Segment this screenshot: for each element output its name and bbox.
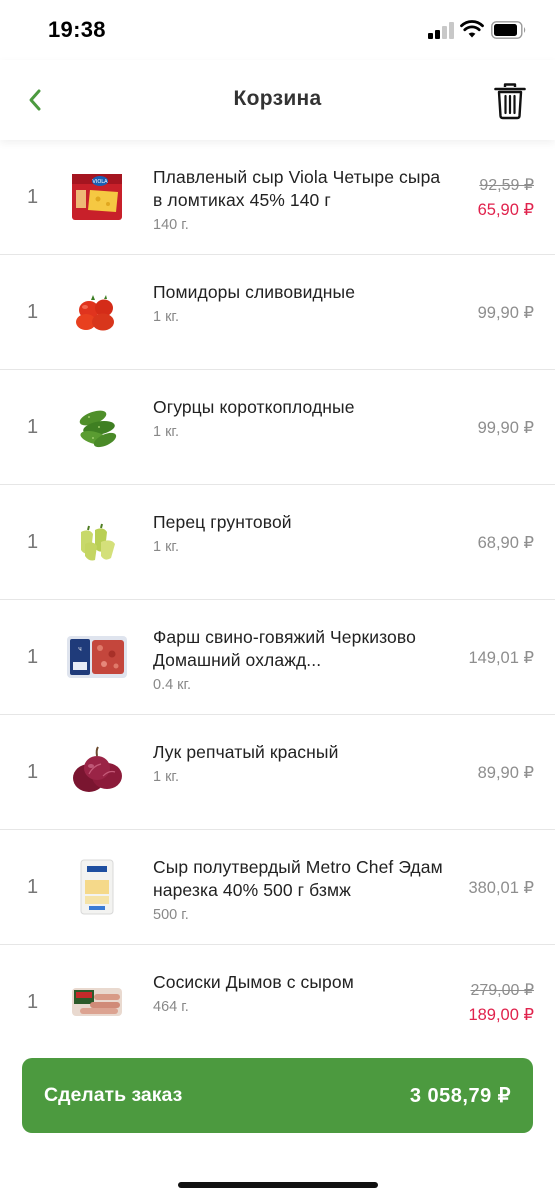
product-name: Сыр полутвердый Metro Chef Эдам нарезка … bbox=[153, 857, 443, 900]
product-image-red-onions bbox=[62, 737, 132, 807]
svg-text:Ч: Ч bbox=[78, 647, 81, 653]
page-title: Корзина bbox=[233, 87, 322, 110]
home-indicator[interactable] bbox=[178, 1182, 378, 1188]
item-quantity: 1 bbox=[27, 531, 39, 553]
product-image-sausages bbox=[62, 967, 132, 1037]
status-time: 19:38 bbox=[48, 17, 106, 42]
product-image-peppers bbox=[62, 507, 132, 577]
clear-cart-button[interactable] bbox=[493, 82, 527, 120]
product-weight: 1 кг. bbox=[153, 539, 179, 555]
cart-item[interactable]: 1 Перец грунтовой 1 кг. 68,90 ₽ bbox=[0, 485, 555, 600]
item-quantity: 1 bbox=[27, 186, 39, 208]
product-name: Перец грунтовой bbox=[153, 512, 292, 532]
item-quantity: 1 bbox=[27, 301, 39, 323]
cellular-signal-icon bbox=[428, 21, 454, 39]
battery-icon bbox=[491, 21, 526, 39]
product-name: Помидоры сливовидные bbox=[153, 282, 356, 302]
product-name: Сосиски Дымов с сыром bbox=[153, 972, 354, 992]
cart-item[interactable]: 1 Сосиски Дымов с сыром 464 г. 279,00 ₽ … bbox=[0, 945, 555, 1038]
product-name: Фарш свино-говяжий Черкизово Домашний ох… bbox=[153, 627, 416, 670]
place-order-button[interactable]: Сделать заказ 3 058,79 ₽ bbox=[22, 1058, 533, 1133]
price: 380,01 ₽ bbox=[468, 878, 534, 897]
trash-icon bbox=[494, 83, 526, 120]
product-image-cheese-slices: VIOLA bbox=[62, 162, 132, 232]
product-weight: 140 г. bbox=[153, 217, 189, 233]
product-weight: 464 г. bbox=[153, 999, 189, 1015]
product-name: Плавленый сыр Viola Четыре сыра в ломтик… bbox=[153, 167, 441, 210]
old-price: 279,00 ₽ bbox=[470, 982, 534, 999]
cart-item[interactable]: 1 Огурцы короткоплодные 1 кг. 99,90 ₽ bbox=[0, 370, 555, 485]
product-weight: 1 кг. bbox=[153, 424, 179, 440]
product-weight: 500 г. bbox=[153, 907, 189, 923]
price: 149,01 ₽ bbox=[468, 648, 534, 667]
product-name: Лук репчатый красный bbox=[153, 742, 339, 762]
item-quantity: 1 bbox=[27, 416, 39, 438]
place-order-label: Сделать заказ bbox=[44, 1084, 183, 1106]
svg-text:VIOLA: VIOLA bbox=[92, 179, 108, 185]
product-weight: 1 кг. bbox=[153, 769, 179, 785]
product-weight: 1 кг. bbox=[153, 309, 179, 325]
product-image-edam-cheese bbox=[62, 852, 132, 922]
cart-item[interactable]: 1 Ч Фарш свино-говяжий Черкизово Домашни… bbox=[0, 600, 555, 715]
cart-item[interactable]: 1 Сыр полутвердый Metro Chef Эдам нарезк… bbox=[0, 830, 555, 945]
item-quantity: 1 bbox=[27, 991, 39, 1013]
order-total: 3 058,79 ₽ bbox=[409, 1085, 511, 1107]
cart-item[interactable]: 1 VIOLA Плавленый сыр Viola Четыре сыра … bbox=[0, 140, 555, 255]
product-image-tomatoes bbox=[62, 277, 132, 347]
cart-item[interactable]: 1 Лук репчатый красный 1 кг. 89,90 ₽ bbox=[0, 715, 555, 830]
status-bar: 19:38 bbox=[0, 0, 555, 60]
item-quantity: 1 bbox=[27, 646, 39, 668]
item-quantity: 1 bbox=[27, 761, 39, 783]
price: 68,90 ₽ bbox=[477, 533, 534, 552]
cart-item[interactable]: 1 Помидоры сливовидные 1 кг. 99,90 ₽ bbox=[0, 255, 555, 370]
old-price: 92,59 ₽ bbox=[479, 177, 534, 194]
item-quantity: 1 bbox=[27, 876, 39, 898]
price: 99,90 ₽ bbox=[477, 303, 534, 322]
sale-price: 189,00 ₽ bbox=[468, 1006, 534, 1024]
cart-list: 1 VIOLA Плавленый сыр Viola Четыре сыра … bbox=[0, 140, 555, 1038]
product-name: Огурцы короткоплодные bbox=[153, 397, 355, 417]
top-bar: Корзина bbox=[0, 60, 555, 140]
product-weight: 0.4 кг. bbox=[153, 677, 192, 693]
product-image-cucumbers bbox=[62, 392, 132, 462]
price: 89,90 ₽ bbox=[477, 763, 534, 782]
price: 99,90 ₽ bbox=[477, 418, 534, 437]
wifi-icon bbox=[460, 20, 484, 38]
sale-price: 65,90 ₽ bbox=[477, 201, 534, 219]
product-image-minced-meat: Ч bbox=[62, 622, 132, 692]
